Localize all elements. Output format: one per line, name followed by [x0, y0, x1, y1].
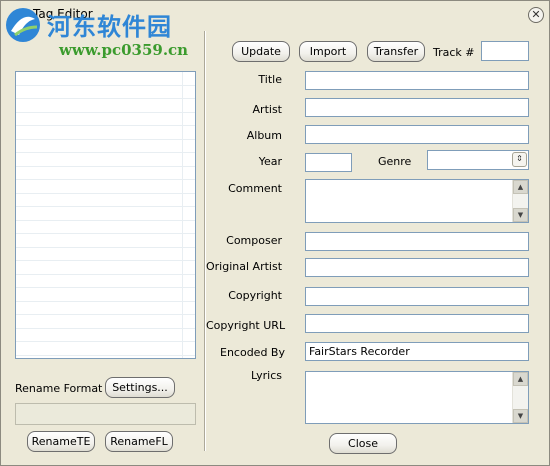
title-label: Title — [258, 73, 282, 86]
rename-format-label: Rename Format — [15, 382, 103, 395]
comment-scrollbar[interactable]: ▲ ▼ — [512, 180, 528, 222]
encoded-by-input[interactable]: FairStars Recorder — [305, 342, 529, 361]
track-input[interactable] — [481, 41, 529, 61]
list-item[interactable] — [16, 261, 195, 275]
composer-input[interactable] — [305, 232, 529, 251]
artist-label: Artist — [252, 103, 282, 116]
title-input[interactable] — [305, 71, 529, 90]
rename-fl-button[interactable]: RenameFL — [105, 431, 173, 452]
original-artist-label: Original Artist — [206, 260, 283, 273]
rename-te-button[interactable]: RenameTE — [27, 431, 95, 452]
update-button[interactable]: Update — [232, 41, 290, 62]
list-item[interactable] — [16, 221, 195, 234]
list-item[interactable] — [16, 315, 195, 329]
list-item[interactable] — [16, 153, 195, 167]
list-item[interactable] — [16, 86, 195, 99]
watermark-site-name: 河东软件园 — [47, 13, 172, 41]
list-item[interactable] — [16, 207, 195, 221]
lyrics-textarea[interactable]: ▲ ▼ — [305, 371, 529, 424]
list-item[interactable] — [16, 113, 195, 126]
list-item[interactable] — [16, 126, 195, 140]
year-label: Year — [258, 155, 282, 168]
copyright-label: Copyright — [228, 289, 282, 302]
lyrics-label: Lyrics — [251, 369, 282, 382]
year-input[interactable] — [305, 153, 352, 172]
list-item[interactable] — [16, 329, 195, 342]
copyright-url-input[interactable] — [305, 314, 529, 333]
comment-textarea[interactable]: ▲ ▼ — [305, 179, 529, 223]
file-list[interactable] — [15, 71, 196, 359]
settings-button[interactable]: Settings... — [105, 377, 175, 398]
transfer-button[interactable]: Transfer — [367, 41, 425, 62]
window-close-icon[interactable]: ✕ — [528, 7, 544, 23]
list-item[interactable] — [16, 342, 195, 356]
list-item[interactable] — [16, 140, 195, 153]
copyright-url-label: Copyright URL — [206, 319, 286, 332]
list-item[interactable] — [16, 288, 195, 302]
lyrics-scrollbar[interactable]: ▲ ▼ — [512, 372, 528, 423]
genre-label: Genre — [378, 155, 412, 168]
comment-label: Comment — [228, 182, 282, 195]
genre-select[interactable]: ⇕ — [427, 150, 529, 170]
composer-label: Composer — [226, 234, 282, 247]
list-item[interactable] — [16, 194, 195, 207]
copyright-input[interactable] — [305, 287, 529, 306]
list-item[interactable] — [16, 302, 195, 315]
list-item[interactable] — [16, 275, 195, 288]
track-label: Track # — [433, 46, 475, 59]
list-item[interactable] — [16, 234, 195, 248]
tag-editor-window: Tag Editor ✕ 河东软件园 www.pc0359.cn Rename … — [0, 0, 550, 466]
list-item[interactable] — [16, 167, 195, 180]
scroll-down-icon[interactable]: ▼ — [513, 208, 528, 222]
chevron-updown-icon[interactable]: ⇕ — [512, 152, 527, 167]
scroll-up-icon[interactable]: ▲ — [513, 180, 528, 194]
import-button[interactable]: Import — [299, 41, 357, 62]
watermark-site-url: www.pc0359.cn — [59, 41, 189, 59]
encoded-by-label: Encoded By — [220, 346, 285, 359]
list-item[interactable] — [16, 72, 195, 86]
rename-format-input[interactable] — [15, 403, 196, 425]
list-column-divider — [182, 72, 183, 358]
artist-input[interactable] — [305, 98, 529, 117]
watermark-logo-icon — [6, 8, 40, 42]
list-item[interactable] — [16, 248, 195, 261]
album-input[interactable] — [305, 125, 529, 144]
scroll-up-icon[interactable]: ▲ — [513, 372, 528, 386]
list-item[interactable] — [16, 99, 195, 113]
original-artist-input[interactable] — [305, 258, 529, 277]
album-label: Album — [246, 129, 282, 142]
watermark: 河东软件园 www.pc0359.cn — [1, 1, 211, 67]
list-item[interactable] — [16, 180, 195, 194]
close-button[interactable]: Close — [329, 433, 397, 454]
scroll-down-icon[interactable]: ▼ — [513, 409, 528, 423]
